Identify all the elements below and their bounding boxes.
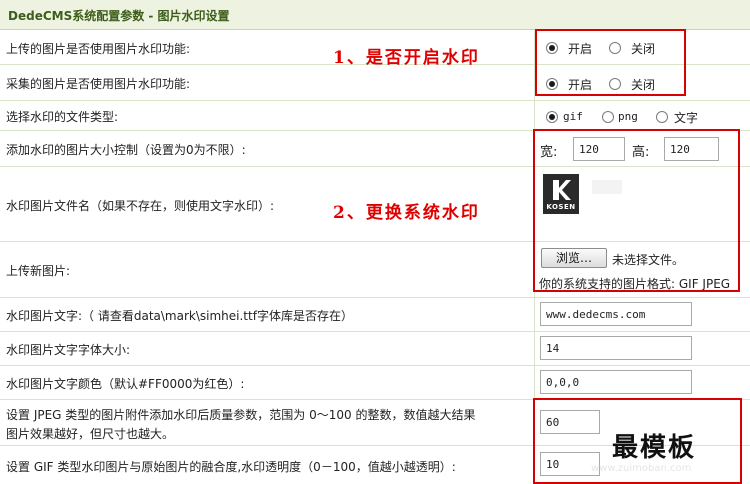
settings-header: DedeCMS系统配置参数 - 图片水印设置: [0, 0, 750, 30]
file-type-text-radio[interactable]: [656, 111, 668, 123]
upload-watermark-label: 上传的图片是否使用图片水印功能:: [6, 42, 191, 56]
font-size-label: 水印图片文字字体大小:: [6, 343, 131, 357]
annotation-box-replace-watermark: [533, 129, 740, 292]
annotation-step2-text: 2、更换系统水印: [333, 203, 480, 223]
size-control-label: 添加水印的图片大小控制（设置为0为不限）:: [6, 143, 246, 157]
file-type-text-label[interactable]: 文字: [674, 109, 698, 126]
collect-watermark-label: 采集的图片是否使用图片水印功能:: [6, 77, 191, 91]
annotation-box-enable: [535, 29, 686, 96]
watermark-file-label: 水印图片文件名（如果不存在，则使用文字水印）:: [6, 199, 275, 213]
file-type-png-label[interactable]: png: [618, 110, 638, 123]
jpeg-quality-label-line2: 图片效果越好，但尺寸也越大。: [6, 427, 175, 441]
file-type-gif-label[interactable]: gif: [563, 110, 583, 123]
page-title: DedeCMS系统配置参数 - 图片水印设置: [8, 9, 230, 23]
font-color-input[interactable]: 0,0,0: [540, 370, 692, 394]
file-type-label: 选择水印的文件类型:: [6, 110, 119, 124]
annotation-step1-text: 1、是否开启水印: [333, 48, 480, 68]
watermark-text-label: 水印图片文字:（ 请查看data\mark\simhei.ttf字体库是否存在）: [6, 309, 353, 323]
file-type-gif-radio[interactable]: [546, 111, 558, 123]
site-watermark-name: 最模板: [612, 433, 697, 463]
site-watermark-url: www.zuimoban.com: [591, 463, 692, 474]
file-type-png-radio[interactable]: [602, 111, 614, 123]
font-size-input[interactable]: 14: [540, 336, 692, 360]
upload-new-label: 上传新图片:: [6, 264, 71, 278]
jpeg-quality-label-line1: 设置 JPEG 类型的图片附件添加水印后质量参数，范围为 0～100 的整数，数…: [6, 408, 476, 422]
watermark-text-input[interactable]: www.dedecms.com: [540, 302, 692, 326]
gif-blend-label: 设置 GIF 类型水印图片与原始图片的融合度,水印透明度（0－100，值越小越透…: [6, 460, 456, 474]
font-color-label: 水印图片文字颜色（默认#FF0000为红色）:: [6, 377, 245, 391]
